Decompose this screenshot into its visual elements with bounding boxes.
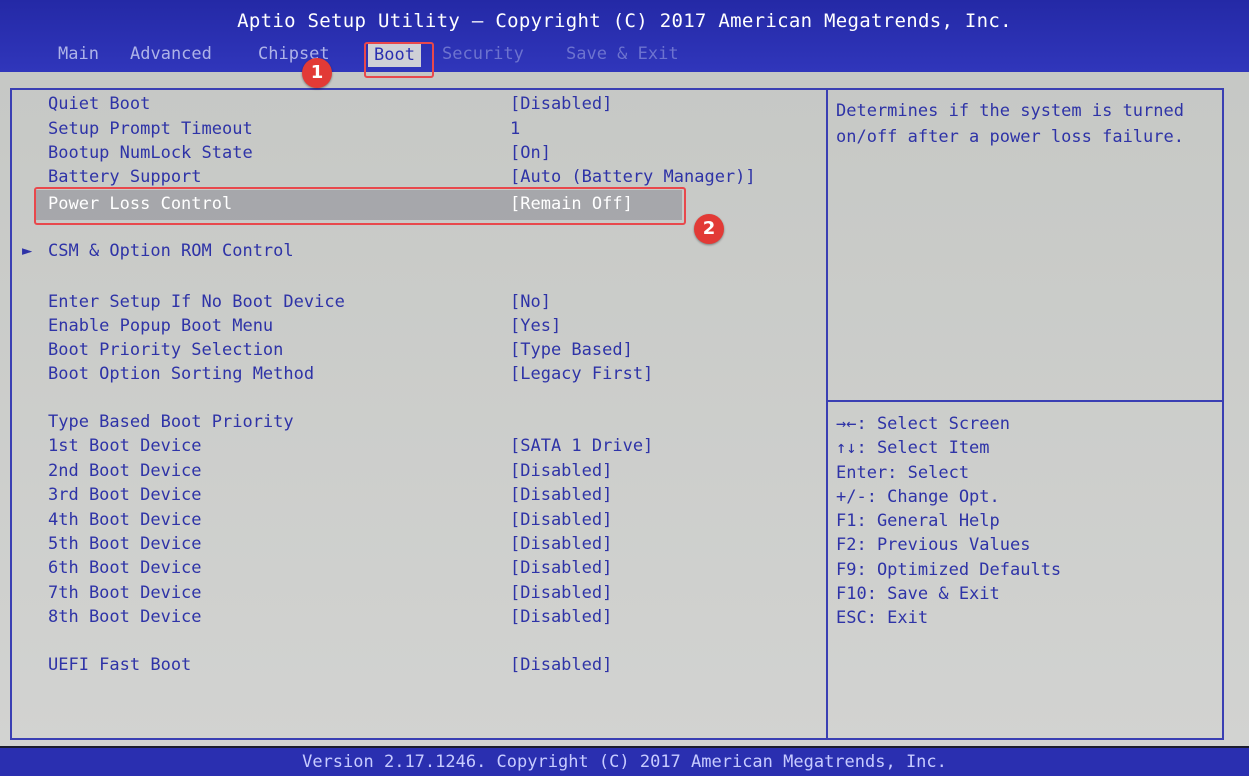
setting-value[interactable]: [Disabled] <box>510 92 612 116</box>
panel-divider <box>826 88 828 740</box>
help-divider <box>828 400 1224 402</box>
boot-device-value[interactable]: [SATA 1 Drive] <box>510 434 653 458</box>
boot-device-label: 3rd Boot Device <box>48 485 202 505</box>
setting-label: Bootup NumLock State <box>48 143 253 163</box>
annotation-badge-2: 2 <box>694 214 724 244</box>
setting-value[interactable]: [On] <box>510 141 551 165</box>
help-description: Determines if the system is turned on/of… <box>836 101 1184 147</box>
boot-device-value[interactable]: [Disabled] <box>510 508 612 532</box>
setting-label: Quiet Boot <box>48 94 151 114</box>
boot-device-value[interactable]: [Disabled] <box>510 556 612 580</box>
bios-screen: Aptio Setup Utility – Copyright (C) 2017… <box>0 0 1249 776</box>
boot-device-label: 7th Boot Device <box>48 583 202 603</box>
setting-value[interactable]: [Legacy First] <box>510 362 653 386</box>
setting-value[interactable]: [Auto (Battery Manager)] <box>510 165 756 189</box>
setting-value[interactable]: [Yes] <box>510 314 561 338</box>
menu-save-exit[interactable]: Save & Exit <box>566 44 679 64</box>
key-hint: ESC: Exit <box>836 608 929 629</box>
setting-label: Battery Support <box>48 167 202 187</box>
boot-device-value[interactable]: [Disabled] <box>510 605 612 629</box>
uefi-fast-boot-value[interactable]: [Disabled] <box>510 653 612 677</box>
boot-device-value[interactable]: [Disabled] <box>510 459 612 483</box>
menu-main[interactable]: Main <box>58 44 99 64</box>
version-footer: Version 2.17.1246. Copyright (C) 2017 Am… <box>0 748 1249 776</box>
submenu-label: CSM & Option ROM Control <box>48 241 294 261</box>
submenu-arrow-icon: ► <box>22 241 33 261</box>
setting-label: Boot Option Sorting Method <box>48 364 315 384</box>
boot-device-label: 2nd Boot Device <box>48 461 202 481</box>
key-hint: F2: Previous Values <box>836 535 1031 556</box>
utility-title: Aptio Setup Utility – Copyright (C) 2017… <box>237 10 1012 32</box>
key-hint: +/-: Change Opt. <box>836 486 1000 507</box>
setting-value[interactable]: [No] <box>510 290 551 314</box>
key-hint: F1: General Help <box>836 511 1000 532</box>
key-hint: Enter: Select <box>836 462 970 483</box>
boot-tab-annotation-box <box>364 42 434 78</box>
boot-device-label: 5th Boot Device <box>48 534 202 554</box>
setting-label: Setup Prompt Timeout <box>48 119 253 139</box>
boot-device-value[interactable]: [Disabled] <box>510 581 612 605</box>
key-hint: ↑↓: Select Item <box>836 438 990 459</box>
menu-advanced[interactable]: Advanced <box>130 44 212 64</box>
key-hint: F10: Save & Exit <box>836 584 1000 605</box>
setting-label: Enter Setup If No Boot Device <box>48 292 345 312</box>
uefi-fast-boot-label: UEFI Fast Boot <box>48 655 192 675</box>
boot-device-label: 4th Boot Device <box>48 510 202 530</box>
key-hint: →←: Select Screen <box>836 414 1010 434</box>
boot-device-label: 8th Boot Device <box>48 607 202 627</box>
boot-device-value[interactable]: [Disabled] <box>510 532 612 556</box>
menu-security[interactable]: Security <box>442 44 524 64</box>
setting-value[interactable]: 1 <box>510 117 520 141</box>
boot-device-label: 6th Boot Device <box>48 558 202 578</box>
annotation-badge-1: 1 <box>302 58 332 88</box>
setting-label: Enable Popup Boot Menu <box>48 316 274 336</box>
header-bar: Aptio Setup Utility – Copyright (C) 2017… <box>0 0 1249 72</box>
boot-device-label: 1st Boot Device <box>48 436 202 456</box>
priority-heading: Type Based Boot Priority <box>48 412 294 432</box>
power-loss-annotation-box <box>34 187 686 225</box>
boot-device-value[interactable]: [Disabled] <box>510 483 612 507</box>
key-legend: →←: Select Screen ↑↓: Select Item Enter:… <box>836 412 1061 631</box>
setting-label: Boot Priority Selection <box>48 340 284 360</box>
setting-value[interactable]: [Type Based] <box>510 338 633 362</box>
key-hint: F9: Optimized Defaults <box>836 559 1062 580</box>
